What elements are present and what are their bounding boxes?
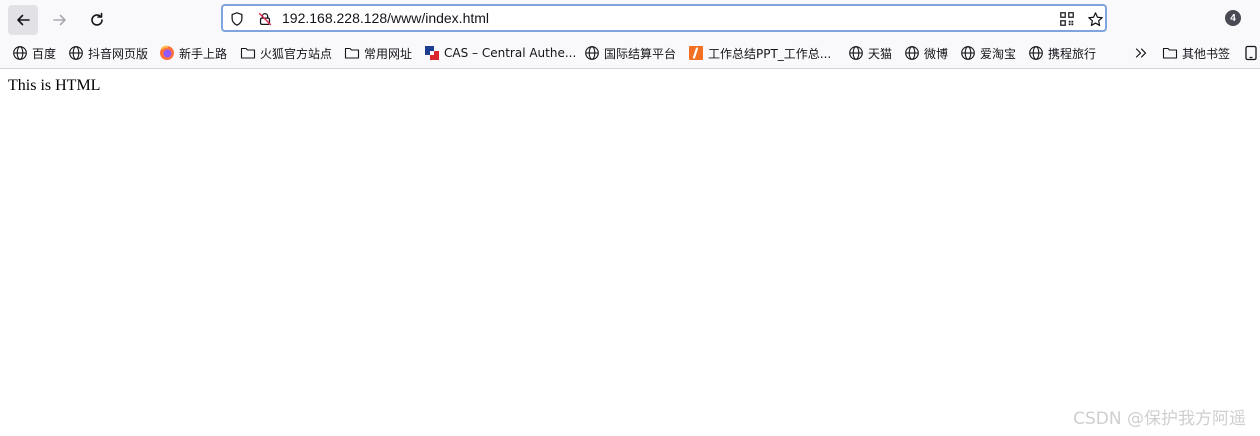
bookmark-getting-started[interactable]: 新手上路 [159, 42, 227, 64]
qr-code-icon[interactable] [1058, 10, 1076, 28]
bookmark-label: 新手上路 [179, 46, 228, 61]
globe-icon [960, 45, 976, 61]
bookmark-label: 爱淘宝 [980, 46, 1017, 61]
page-body-text: This is HTML [8, 77, 101, 94]
star-icon[interactable] [1086, 10, 1104, 28]
arrow-right-icon [53, 14, 66, 26]
bookmark-weibo[interactable]: 微博 [904, 42, 948, 64]
url-bar[interactable]: 192.168.228.128/www/index.html [221, 4, 1107, 32]
globe-icon [12, 45, 28, 61]
bookmark-label: CAS – Central Authe... [444, 46, 577, 60]
bookmark-label: 携程旅行 [1048, 46, 1097, 61]
other-bookmarks-folder[interactable]: 其他书签 [1162, 42, 1230, 64]
chevron-double-right-icon [1133, 45, 1149, 61]
csdn-watermark: CSDN @保护我方阿遥 [1073, 409, 1246, 429]
bookmark-label: 抖音网页版 [88, 46, 149, 61]
insecure-lock-icon[interactable] [256, 10, 274, 28]
bookmark-label: 天猫 [868, 46, 893, 61]
bookmark-ppt[interactable]: 工作总结PPT_工作总... [688, 42, 831, 64]
bookmark-label: 工作总结PPT_工作总... [708, 46, 832, 61]
bookmark-label: 微博 [924, 46, 949, 61]
globe-icon [584, 45, 600, 61]
mobile-device-icon [1243, 45, 1259, 61]
reload-button[interactable] [82, 5, 112, 35]
globe-icon [848, 45, 864, 61]
folder-icon [1162, 45, 1178, 61]
bookmark-label: 火狐官方站点 [260, 46, 333, 61]
globe-icon [904, 45, 920, 61]
firefox-icon [159, 45, 175, 61]
tab-count-badge[interactable]: 4 [1225, 10, 1241, 26]
folder-icon [344, 45, 360, 61]
globe-icon [68, 45, 84, 61]
bookmark-label: 国际结算平台 [604, 46, 677, 61]
bookmark-folder-firefox-sites[interactable]: 火狐官方站点 [240, 42, 332, 64]
mobile-bookmarks-button[interactable] [1243, 42, 1260, 64]
bookmark-ai-taobao[interactable]: 爱淘宝 [960, 42, 1016, 64]
bookmark-cas[interactable]: CAS – Central Authe... [424, 42, 576, 64]
cas-icon [424, 45, 440, 61]
bookmark-label: 其他书签 [1182, 46, 1231, 61]
forward-button[interactable] [45, 5, 75, 35]
folder-icon [240, 45, 256, 61]
bookmark-intl-settlement[interactable]: 国际结算平台 [584, 42, 676, 64]
back-button[interactable] [8, 5, 38, 35]
bookmarks-bar: 百度 抖音网页版 新手上路 火狐官方站点 常用网址 CAS – Central … [0, 42, 1260, 64]
globe-icon [1028, 45, 1044, 61]
ppt-icon [688, 45, 704, 61]
bookmark-label: 百度 [32, 46, 57, 61]
bookmark-folder-common-sites[interactable]: 常用网址 [344, 42, 412, 64]
arrow-left-icon [17, 14, 30, 26]
bookmark-tmall[interactable]: 天猫 [848, 42, 892, 64]
bookmark-douyin[interactable]: 抖音网页版 [68, 42, 148, 64]
bookmark-ctrip[interactable]: 携程旅行 [1028, 42, 1096, 64]
reload-icon [91, 12, 103, 26]
shield-icon[interactable] [228, 10, 246, 28]
bookmarks-overflow-button[interactable] [1133, 42, 1153, 64]
browser-toolbar: 192.168.228.128/www/index.html 4 百度 抖音网页… [0, 0, 1260, 69]
url-text[interactable]: 192.168.228.128/www/index.html [282, 10, 489, 26]
bookmark-label: 常用网址 [364, 46, 413, 61]
bookmark-baidu[interactable]: 百度 [12, 42, 56, 64]
